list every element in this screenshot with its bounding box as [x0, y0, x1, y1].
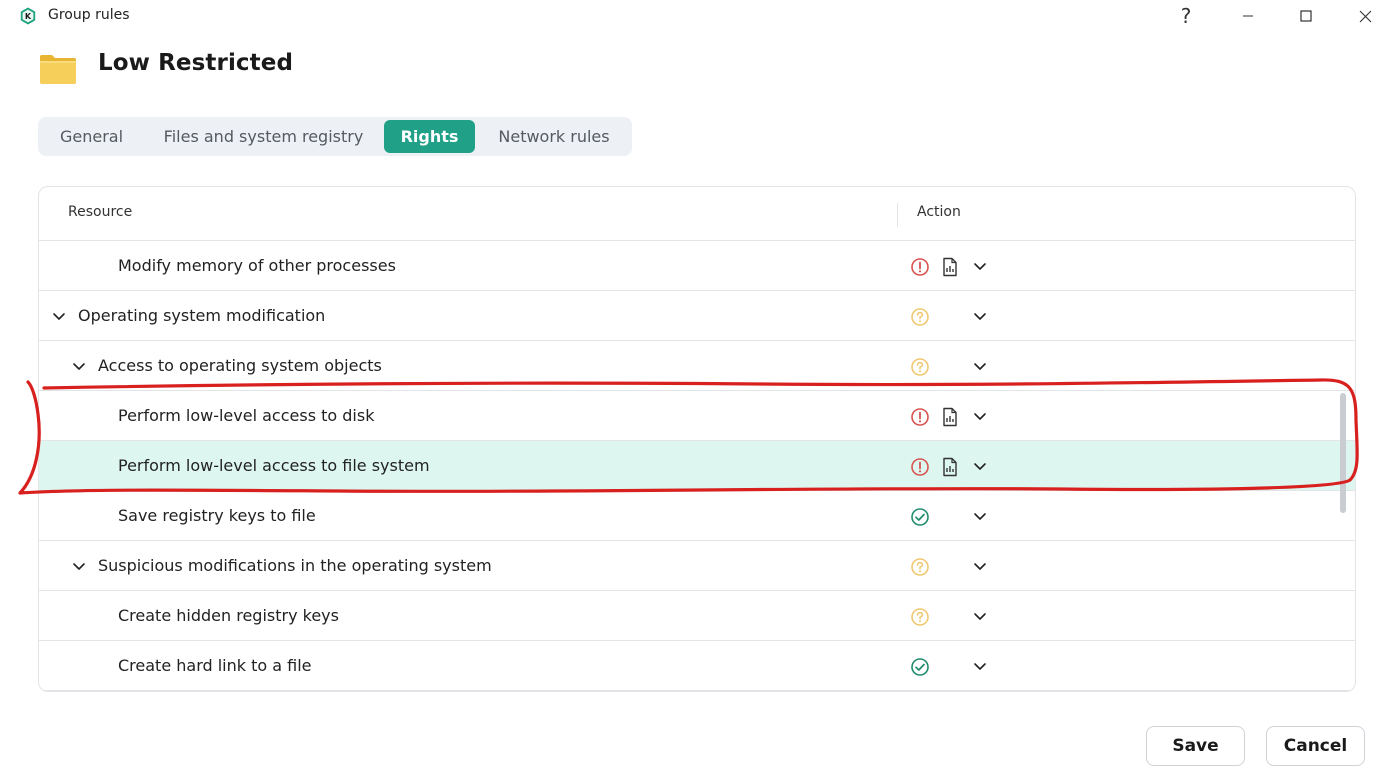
block-status-icon: [911, 258, 929, 276]
action-dropdown-icon[interactable]: [972, 358, 988, 374]
ask-status-icon: [911, 608, 929, 626]
table-header: Resource Action: [39, 187, 1355, 241]
report-icon[interactable]: [941, 257, 959, 277]
table-row[interactable]: Perform low-level access to file system: [39, 441, 1355, 491]
help-button[interactable]: ?: [1162, 0, 1210, 32]
table-row[interactable]: Operating system modification: [39, 291, 1355, 341]
block-status-icon: [911, 408, 929, 426]
maximize-icon: [1300, 10, 1312, 22]
column-header-resource[interactable]: Resource: [68, 204, 132, 220]
ask-status-icon: [911, 358, 929, 376]
action-dropdown-icon[interactable]: [972, 608, 988, 624]
app-logo-icon: K: [20, 7, 36, 25]
folder-icon: [40, 55, 76, 84]
minimize-icon: [1243, 15, 1253, 17]
cancel-button[interactable]: Cancel: [1266, 726, 1365, 766]
column-divider[interactable]: [897, 203, 898, 227]
column-divider: [1355, 203, 1356, 227]
vertical-scrollbar[interactable]: [1340, 393, 1346, 513]
tab-bar: General Files and system registry Rights…: [38, 117, 632, 156]
row-label: Suspicious modifications in the operatin…: [98, 556, 492, 575]
table-row[interactable]: Perform low-level access to disk: [39, 391, 1355, 441]
table-row[interactable]: Access to operating system objects: [39, 341, 1355, 391]
action-dropdown-icon[interactable]: [972, 658, 988, 674]
allow-status-icon: [911, 508, 929, 526]
expand-chevron-icon[interactable]: [71, 558, 87, 574]
report-icon[interactable]: [941, 407, 959, 427]
action-dropdown-icon[interactable]: [972, 508, 988, 524]
action-dropdown-icon[interactable]: [972, 458, 988, 474]
row-label: Create hard link to a file: [118, 656, 312, 675]
maximize-button[interactable]: [1282, 0, 1330, 32]
row-label: Access to operating system objects: [98, 356, 382, 375]
table-row[interactable]: Create hard link to a file: [39, 641, 1355, 691]
block-status-icon: [911, 458, 929, 476]
ask-status-icon: [911, 558, 929, 576]
allow-status-icon: [911, 658, 929, 676]
row-label: Perform low-level access to file system: [118, 456, 430, 475]
row-label: Modify memory of other processes: [118, 256, 396, 275]
window-title: Group rules: [48, 7, 130, 23]
report-icon[interactable]: [941, 457, 959, 477]
close-button[interactable]: [1341, 0, 1389, 32]
table-row[interactable]: Modify memory of other processes: [39, 241, 1355, 291]
row-label: Create hidden registry keys: [118, 606, 339, 625]
action-dropdown-icon[interactable]: [972, 258, 988, 274]
page-title: Low Restricted: [98, 50, 294, 76]
tab-network-rules[interactable]: Network rules: [484, 120, 624, 153]
action-dropdown-icon[interactable]: [972, 308, 988, 324]
expand-chevron-icon[interactable]: [51, 308, 67, 324]
minimize-button[interactable]: [1224, 0, 1272, 32]
row-label: Operating system modification: [78, 306, 326, 325]
column-header-action[interactable]: Action: [917, 204, 961, 220]
close-icon: [1359, 10, 1371, 22]
ask-status-icon: [911, 308, 929, 326]
row-label: Save registry keys to file: [118, 506, 316, 525]
table-row[interactable]: Save registry keys to file: [39, 491, 1355, 541]
expand-chevron-icon[interactable]: [71, 358, 87, 374]
table-row[interactable]: Create hidden registry keys: [39, 591, 1355, 641]
rights-table: Resource Action Modify memory of other p…: [38, 186, 1356, 692]
row-label: Perform low-level access to disk: [118, 406, 375, 425]
action-dropdown-icon[interactable]: [972, 558, 988, 574]
action-dropdown-icon[interactable]: [972, 408, 988, 424]
save-button[interactable]: Save: [1146, 726, 1245, 766]
svg-text:K: K: [25, 12, 32, 21]
tab-general[interactable]: General: [42, 120, 141, 153]
table-row[interactable]: Suspicious modifications in the operatin…: [39, 541, 1355, 591]
tab-rights[interactable]: Rights: [384, 120, 475, 153]
tab-files-and-system-registry[interactable]: Files and system registry: [150, 120, 377, 153]
title-bar: K Group rules ?: [0, 0, 1392, 34]
